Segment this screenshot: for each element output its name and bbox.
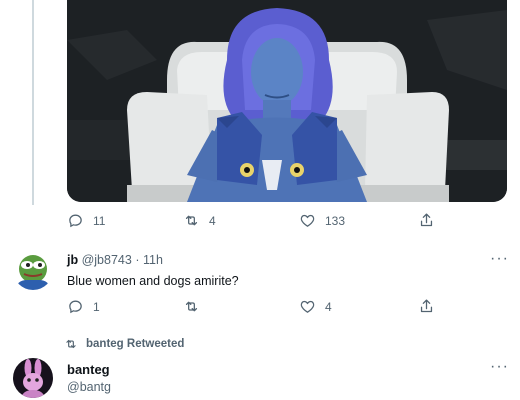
more-options-button[interactable]: ··· [490, 250, 509, 268]
reply-icon [69, 300, 82, 314]
bunny-avatar-image [13, 358, 53, 398]
heart-icon [300, 214, 315, 227]
reply-author-row: jb @jb8743 · 11h [67, 253, 163, 267]
author-display-name[interactable]: banteg [67, 362, 110, 377]
separator-dot: · [135, 253, 140, 267]
retweet-button[interactable]: 4 [183, 212, 216, 229]
like-button[interactable]: 133 [299, 212, 345, 229]
retweeted-by-label: banteg Retweeted [86, 338, 185, 350]
author-handle[interactable]: @bantg [67, 380, 111, 394]
thread-line [32, 0, 34, 205]
author-handle[interactable]: @jb8743 [82, 253, 132, 267]
more-icon: ··· [490, 358, 509, 375]
tweet-image[interactable] [67, 0, 507, 202]
share-button[interactable] [418, 212, 435, 229]
tweet-text: Blue women and dogs amirite? [67, 274, 239, 288]
reply-icon [69, 214, 82, 228]
like-count: 133 [325, 213, 346, 228]
more-options-button[interactable]: ··· [490, 358, 509, 376]
retweet-icon [66, 339, 76, 349]
tweet-timestamp[interactable]: 11h [143, 253, 163, 267]
retweet-icon [185, 301, 198, 312]
reply-button[interactable]: 11 [67, 212, 105, 229]
avatar-jb[interactable] [13, 250, 53, 290]
pepe-avatar-image [13, 250, 53, 290]
share-icon [420, 213, 433, 227]
author-display-name[interactable]: jb [67, 253, 78, 267]
avatar-banteg[interactable] [13, 358, 53, 398]
more-icon: ··· [490, 250, 509, 267]
retweet-button[interactable] [183, 298, 209, 315]
heart-icon [300, 300, 315, 313]
like-button[interactable]: 4 [299, 298, 332, 315]
share-button[interactable] [418, 298, 435, 315]
tweet-image-art [67, 0, 507, 202]
like-count: 4 [325, 299, 332, 314]
retweeted-by-banner[interactable]: banteg Retweeted [64, 337, 184, 351]
share-icon [420, 299, 433, 313]
retweet-count: 4 [209, 213, 216, 228]
reply-button[interactable]: 1 [67, 298, 100, 315]
reply-count: 11 [93, 213, 106, 228]
reply-count: 1 [93, 299, 100, 314]
retweet-icon [185, 215, 198, 226]
